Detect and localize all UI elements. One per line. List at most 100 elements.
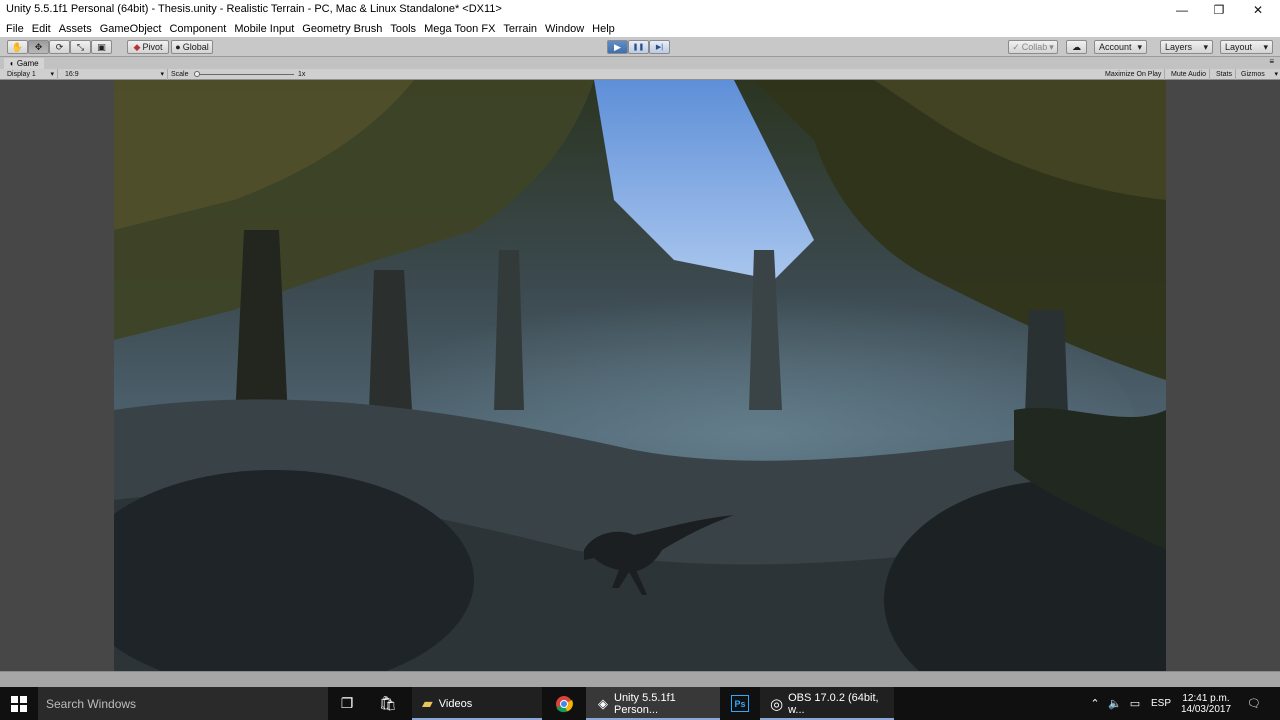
window-title: Unity 5.5.1f1 Personal (64bit) - Thesis.… [6, 3, 502, 15]
chevron-down-icon: ▾ [1049, 41, 1054, 52]
layout-label: Layout [1225, 42, 1253, 52]
tab-menu-icon[interactable]: ≡ [1269, 57, 1274, 66]
check-icon: ✓ [1012, 41, 1020, 52]
aspect-dropdown[interactable]: 16:9 ▾ [62, 69, 168, 80]
display-dropdown[interactable]: Display 1 ▾ [4, 69, 58, 80]
task-view-icon: ❐ [340, 695, 354, 711]
scale-control: Scale 1x [168, 69, 308, 80]
rotate-tool-button[interactable]: ⟳ [49, 40, 70, 54]
tree-trunk [494, 250, 524, 410]
chevron-down-icon: ▾ [50, 71, 54, 78]
folder-icon: ▰ [422, 695, 433, 711]
scale-tool-button[interactable]: ⤡ [70, 40, 91, 54]
search-placeholder: Search Windows [46, 696, 137, 711]
pause-icon: ❚❚ [632, 44, 645, 51]
menu-gameobject[interactable]: GameObject [96, 23, 166, 35]
search-box[interactable]: Search Windows [38, 687, 328, 720]
play-button[interactable]: ▶ [607, 40, 628, 54]
chrome-icon [556, 695, 573, 712]
taskbar-app-unity[interactable]: ◈ Unity 5.5.1f1 Person... [586, 687, 720, 720]
globe-icon: ● [175, 42, 181, 52]
taskbar-app-photoshop[interactable]: Ps [722, 687, 758, 720]
taskbar-app-obs[interactable]: ◎ OBS 17.0.2 (64bit, w... [760, 687, 894, 720]
menu-geometry-brush[interactable]: Geometry Brush [298, 23, 386, 35]
menu-mega-toon-fx[interactable]: Mega Toon FX [420, 23, 499, 35]
move-tool-button[interactable]: ✥ [28, 40, 49, 54]
account-label: Account [1099, 42, 1132, 52]
clock-date: 14/03/2017 [1180, 703, 1232, 715]
global-toggle[interactable]: ● Global [171, 40, 213, 54]
chevron-down-icon: ▾ [1263, 41, 1268, 52]
store-button[interactable]: 🛍 [370, 687, 406, 720]
task-view-button[interactable]: ❐ [330, 687, 364, 720]
game-render-view[interactable] [114, 80, 1166, 671]
menu-terrain[interactable]: Terrain [499, 23, 541, 35]
volume-icon[interactable]: 🔈 [1106, 687, 1124, 720]
rect-tool-button[interactable]: ▣ [91, 40, 112, 54]
menu-assets[interactable]: Assets [55, 23, 96, 35]
scale-icon: ⤡ [76, 41, 85, 52]
aspect-label: 16:9 [65, 71, 79, 78]
scale-slider-thumb[interactable] [194, 71, 200, 77]
close-button[interactable]: ✕ [1238, 0, 1278, 20]
pivot-toggle[interactable]: ◆ Pivot [127, 40, 169, 54]
menu-help[interactable]: Help [588, 23, 619, 35]
window-title-bar: Unity 5.5.1f1 Personal (64bit) - Thesis.… [0, 0, 1280, 20]
hand-icon: ✋ [11, 41, 24, 52]
menu-window[interactable]: Window [541, 23, 588, 35]
maximize-button[interactable]: ❐ [1199, 0, 1239, 20]
taskbar-app-label: Unity 5.5.1f1 Person... [614, 691, 676, 716]
taskbar-app-chrome[interactable] [546, 687, 582, 720]
stats-toggle[interactable]: Stats [1213, 69, 1236, 80]
collab-dropdown[interactable]: ✓ Collab ▾ [1008, 40, 1058, 54]
layers-label: Layers [1165, 42, 1193, 52]
cloud-button[interactable]: ☁ [1066, 40, 1087, 54]
game-tab-header: ◖ Game ≡ [0, 57, 1280, 69]
hand-tool-button[interactable]: ✋ [7, 40, 28, 54]
scale-slider-track[interactable] [196, 74, 294, 75]
step-icon: ▶| [655, 44, 664, 51]
step-button[interactable]: ▶| [649, 40, 670, 54]
scale-value: 1x [298, 71, 306, 78]
layout-dropdown[interactable]: Layout ▾ [1220, 40, 1273, 54]
network-icon[interactable]: ▭ [1126, 687, 1144, 720]
menu-tools[interactable]: Tools [386, 23, 420, 35]
play-icon: ▶ [614, 41, 621, 52]
game-tab-label: Game [16, 59, 39, 68]
menu-bar: File Edit Assets GameObject Component Mo… [0, 20, 1280, 37]
photoshop-icon: Ps [731, 695, 749, 712]
language-indicator[interactable]: ESP [1148, 687, 1174, 720]
display-label: Display 1 [7, 71, 36, 78]
menu-mobile-input[interactable]: Mobile Input [230, 23, 298, 35]
menu-edit[interactable]: Edit [28, 23, 55, 35]
gizmos-dropdown[interactable]: Gizmos ▾ [1238, 69, 1280, 80]
game-view-toolbar: Display 1 ▾ 16:9 ▾ Scale 1x Maximize On … [0, 69, 1280, 80]
minimize-button[interactable]: — [1162, 0, 1202, 20]
chevron-down-icon: ▾ [1274, 71, 1278, 78]
unity-icon: ◈ [598, 695, 608, 711]
pivot-icon: ◆ [133, 41, 141, 52]
windows-taskbar: Search Windows ❐ 🛍 ▰ Videos ◈ Unity 5.5.… [0, 687, 1280, 720]
windows-logo-icon [11, 695, 27, 712]
taskbar-app-videos[interactable]: ▰ Videos [412, 687, 542, 720]
clock[interactable]: 12:41 p.m. 14/03/2017 [1176, 687, 1236, 720]
chevron-down-icon: ▾ [160, 71, 164, 78]
start-button[interactable] [0, 687, 38, 720]
menu-file[interactable]: File [2, 23, 28, 35]
pause-button[interactable]: ❚❚ [628, 40, 649, 54]
notification-icon[interactable]: 🗨 [1240, 687, 1268, 720]
layers-dropdown[interactable]: Layers ▾ [1160, 40, 1213, 54]
clock-time: 12:41 p.m. [1182, 692, 1230, 704]
rotate-icon: ⟳ [55, 41, 64, 52]
maximize-on-play-toggle[interactable]: Maximize On Play [1102, 69, 1166, 80]
status-bar [0, 671, 1280, 687]
menu-component[interactable]: Component [165, 23, 230, 35]
tray-chevron-up-icon[interactable]: ⌃ [1086, 687, 1104, 720]
store-icon: 🛍 [379, 695, 397, 711]
tab-game[interactable]: ◖ Game [4, 58, 44, 69]
cloud-icon: ☁ [1072, 41, 1081, 52]
global-label: Global [182, 42, 209, 52]
scale-label: Scale [171, 71, 189, 78]
mute-audio-toggle[interactable]: Mute Audio [1168, 69, 1211, 80]
account-dropdown[interactable]: Account ▾ [1094, 40, 1147, 54]
